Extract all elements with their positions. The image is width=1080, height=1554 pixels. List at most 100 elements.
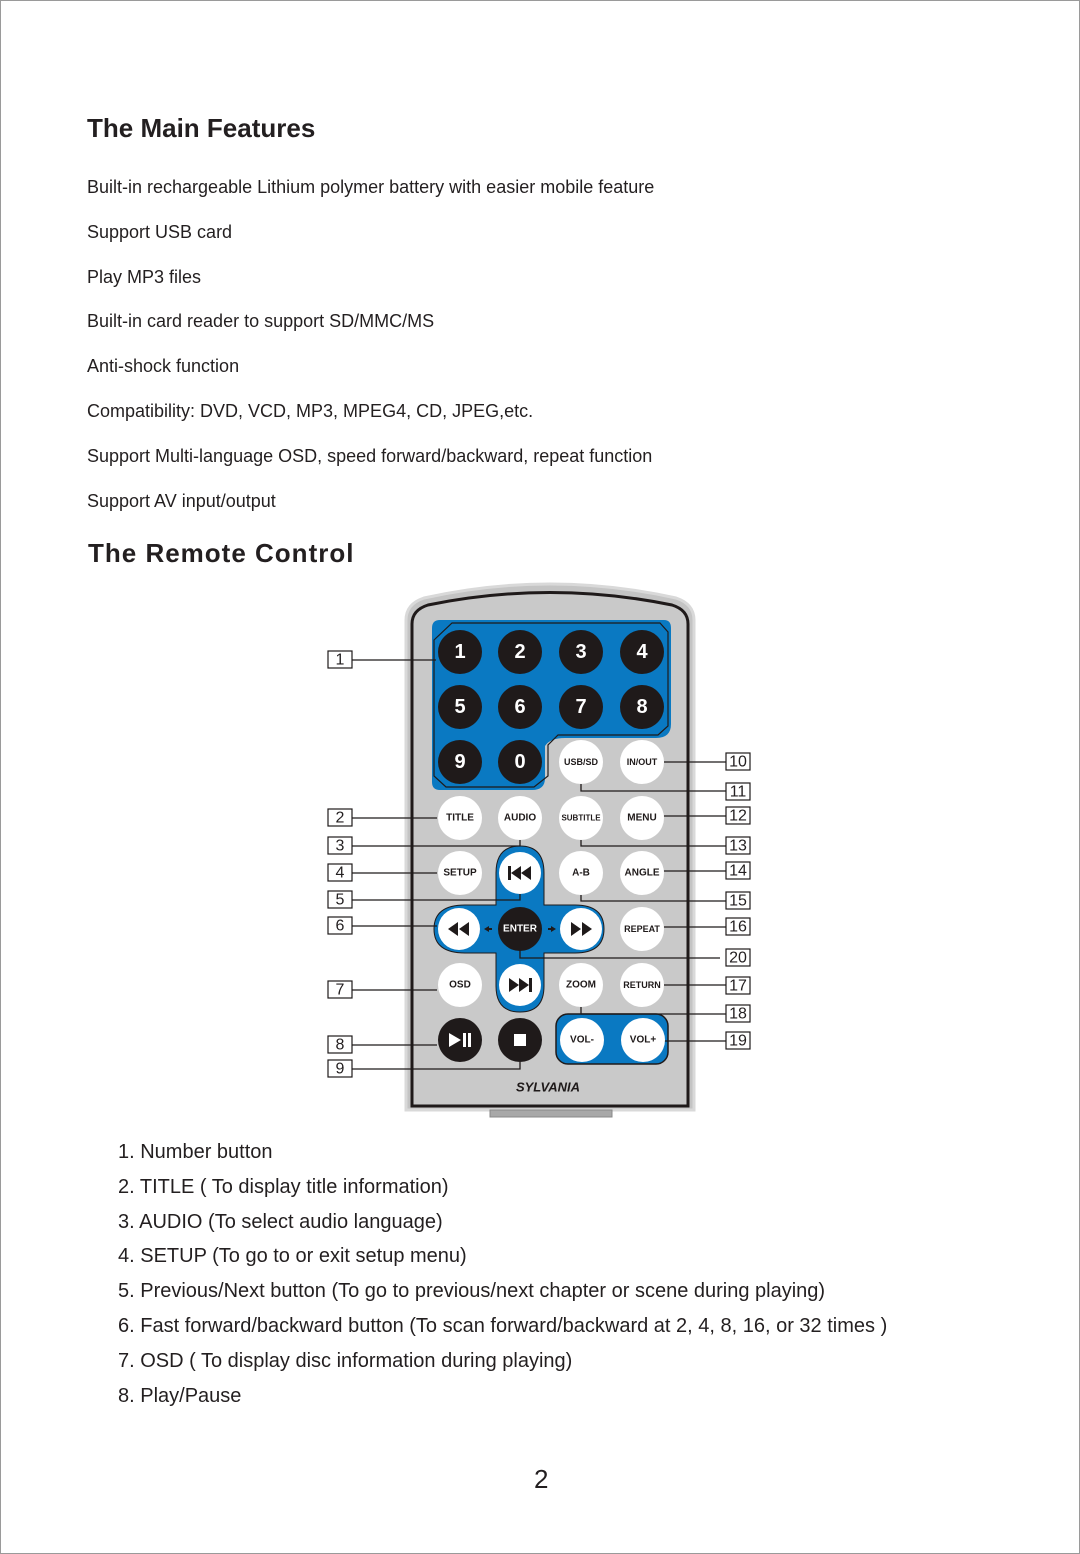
title-button[interactable]: TITLE	[438, 796, 482, 840]
svg-text:3: 3	[575, 641, 586, 663]
repeat-button[interactable]: REPEAT	[620, 907, 664, 951]
callout-box: 2	[327, 808, 353, 827]
description-item: 2. TITLE ( To display title information)	[118, 1175, 449, 1198]
svg-text:11: 11	[730, 784, 747, 801]
svg-text:8: 8	[636, 696, 647, 718]
svg-text:RETURN: RETURN	[623, 980, 661, 990]
angle-button[interactable]: ANGLE	[620, 851, 664, 895]
svg-text:5: 5	[454, 696, 465, 718]
svg-text:19: 19	[729, 1033, 747, 1050]
callout-box: 12	[725, 806, 751, 825]
description-item: 1. Number button	[118, 1141, 273, 1163]
number-button-6[interactable]: 6	[498, 685, 542, 729]
svg-text:6: 6	[336, 918, 345, 935]
svg-text:6: 6	[514, 696, 525, 718]
number-button-9[interactable]: 9	[438, 740, 482, 784]
callout-box: 18	[725, 1004, 751, 1023]
svg-text:4: 4	[336, 865, 345, 882]
description-item: 8. Play/Pause	[118, 1384, 242, 1407]
remote-foot	[489, 1109, 613, 1118]
description-item: 4. SETUP (To go to or exit setup menu)	[118, 1245, 467, 1268]
svg-text:VOL+: VOL+	[630, 1035, 657, 1046]
callout-box: 13	[725, 836, 751, 855]
description-item: 3. AUDIO (To select audio language)	[118, 1210, 443, 1233]
callout-box: 9	[327, 1059, 353, 1078]
svg-text:20: 20	[729, 950, 747, 967]
callout-box: 8	[327, 1035, 353, 1054]
svg-text:10: 10	[729, 754, 747, 771]
next-button[interactable]	[499, 964, 541, 1006]
previous-button[interactable]	[499, 852, 541, 894]
svg-text:2: 2	[514, 641, 525, 663]
number-button-7[interactable]: 7	[559, 685, 603, 729]
setup-button[interactable]: SETUP	[438, 851, 482, 895]
in-out-button[interactable]: IN/OUT	[620, 740, 664, 784]
number-button-8[interactable]: 8	[620, 685, 664, 729]
rewind-button[interactable]	[438, 908, 480, 950]
vol-plus-button[interactable]: VOL+	[621, 1018, 665, 1062]
description-item: 7. OSD ( To display disc information dur…	[118, 1349, 573, 1372]
svg-text:REPEAT: REPEAT	[624, 924, 660, 934]
play-pause-button[interactable]	[438, 1018, 482, 1062]
subtitle-button[interactable]: SUBTITLE	[559, 796, 603, 840]
description-item: 5. Previous/Next button (To go to previo…	[118, 1280, 826, 1303]
fast-forward-button[interactable]	[560, 908, 602, 950]
return-button[interactable]: RETURN	[620, 963, 664, 1007]
ab-button[interactable]: A-B	[559, 851, 603, 895]
callout-box: 15	[725, 891, 751, 910]
svg-text:ZOOM: ZOOM	[566, 980, 596, 991]
number-button-5[interactable]: 5	[438, 685, 482, 729]
svg-text:12: 12	[729, 808, 747, 825]
svg-text:5: 5	[336, 892, 345, 909]
callout-box: 20	[725, 948, 751, 967]
svg-text:TITLE: TITLE	[446, 813, 474, 824]
svg-text:VOL-: VOL-	[570, 1035, 594, 1046]
svg-text:13: 13	[729, 838, 747, 855]
callout-box: 17	[725, 976, 751, 995]
callout-box: 19	[725, 1031, 751, 1050]
svg-text:3: 3	[336, 838, 345, 855]
number-button-3[interactable]: 3	[559, 630, 603, 674]
callout-box: 11	[725, 782, 751, 801]
callout-box: 16	[725, 917, 751, 936]
callout-box: 6	[327, 916, 353, 935]
svg-text:15: 15	[729, 893, 747, 910]
svg-text:9: 9	[454, 751, 465, 773]
description-item: 6. Fast forward/backward button (To scan…	[118, 1314, 888, 1337]
page-number: 2	[534, 1464, 549, 1494]
callout-box: 7	[327, 980, 353, 999]
stop-button[interactable]	[498, 1018, 542, 1062]
number-button-1[interactable]: 1	[438, 630, 482, 674]
number-button-4[interactable]: 4	[620, 630, 664, 674]
svg-text:8: 8	[336, 1037, 345, 1054]
callout-box: 3	[327, 836, 353, 855]
svg-text:ANGLE: ANGLE	[625, 868, 660, 879]
svg-text:7: 7	[575, 696, 586, 718]
svg-text:USB/SD: USB/SD	[564, 757, 599, 767]
zoom-button[interactable]: ZOOM	[559, 963, 603, 1007]
svg-text:SUBTITLE: SUBTITLE	[561, 814, 601, 823]
osd-button[interactable]: OSD	[438, 963, 482, 1007]
svg-text:14: 14	[729, 863, 747, 880]
audio-button[interactable]: AUDIO	[498, 796, 542, 840]
vol-minus-button[interactable]: VOL-	[560, 1018, 604, 1062]
stop-icon	[514, 1034, 526, 1046]
callout-box: 4	[327, 863, 353, 882]
enter-button[interactable]: ENTER	[498, 907, 542, 951]
callout-box: 10	[725, 752, 751, 771]
menu-button[interactable]: MENU	[620, 796, 664, 840]
svg-text:OSD: OSD	[449, 980, 471, 991]
usb-sd-button[interactable]: USB/SD	[559, 740, 603, 784]
button-descriptions: 1. Number button 2. TITLE ( To display t…	[118, 1140, 887, 1418]
svg-text:AUDIO: AUDIO	[504, 813, 536, 824]
svg-text:ENTER: ENTER	[503, 924, 538, 935]
svg-text:IN/OUT: IN/OUT	[627, 757, 658, 767]
svg-text:MENU: MENU	[627, 813, 656, 824]
svg-text:SETUP: SETUP	[443, 868, 477, 879]
svg-text:18: 18	[729, 1006, 747, 1023]
number-button-0[interactable]: 0	[498, 740, 542, 784]
callout-box: 14	[725, 861, 751, 880]
svg-text:7: 7	[336, 982, 345, 999]
svg-text:1: 1	[454, 641, 465, 663]
number-button-2[interactable]: 2	[498, 630, 542, 674]
